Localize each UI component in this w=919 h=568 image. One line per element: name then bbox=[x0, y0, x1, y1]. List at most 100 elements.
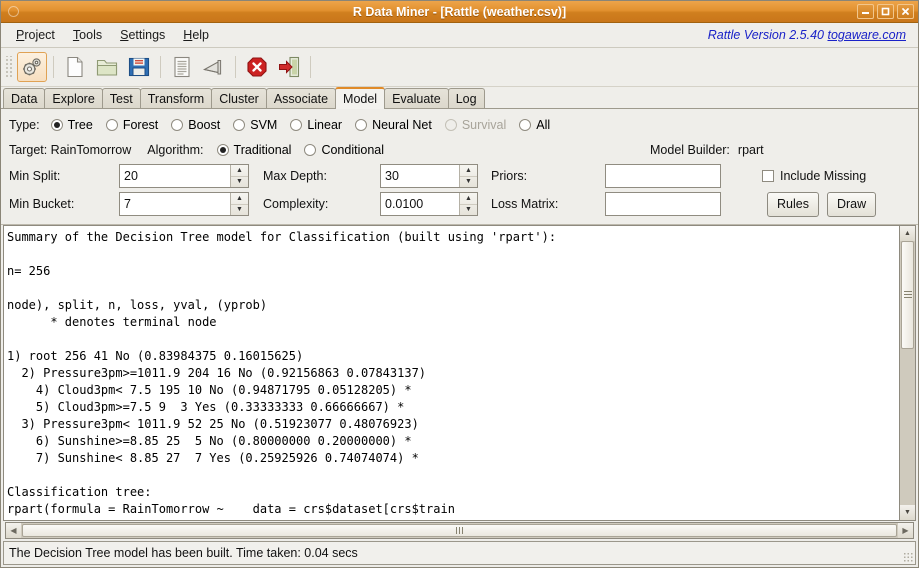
radio-type-tree[interactable]: Tree bbox=[50, 118, 106, 132]
tab-model[interactable]: Model bbox=[335, 87, 386, 109]
min-split-stepper[interactable]: ▲ ▼ bbox=[119, 164, 249, 188]
radio-algorithm-traditional[interactable]: Traditional bbox=[216, 143, 305, 157]
radio-indicator bbox=[216, 144, 229, 156]
radio-type-neural-net[interactable]: Neural Net bbox=[355, 118, 445, 132]
radio-type-all[interactable]: All bbox=[519, 118, 563, 132]
radio-indicator bbox=[171, 119, 184, 131]
checkbox-indicator bbox=[762, 170, 774, 182]
maximize-button[interactable] bbox=[877, 4, 894, 19]
stepper-up-icon[interactable]: ▲ bbox=[231, 193, 248, 205]
radio-type-boost[interactable]: Boost bbox=[171, 118, 233, 132]
radio-indicator bbox=[290, 119, 303, 131]
radio-algorithm-conditional[interactable]: Conditional bbox=[304, 143, 397, 157]
min-split-row: Min Split: ▲ ▼ Max Depth: ▲ ▼ Priors: bbox=[9, 163, 910, 189]
complexity-input[interactable] bbox=[381, 193, 459, 215]
model-summary-textview[interactable]: Summary of the Decision Tree model for C… bbox=[3, 225, 899, 521]
save-icon[interactable] bbox=[124, 52, 154, 82]
stepper-up-icon[interactable]: ▲ bbox=[460, 165, 477, 177]
new-icon[interactable] bbox=[60, 52, 90, 82]
radio-label: Conditional bbox=[321, 143, 384, 157]
brand-label: Rattle Version 2.5.40 togaware.com bbox=[708, 28, 912, 42]
menu-project[interactable]: Project bbox=[7, 26, 64, 44]
tab-transform[interactable]: Transform bbox=[139, 88, 213, 108]
scroll-left-icon[interactable]: ◀ bbox=[6, 523, 21, 538]
quit-icon[interactable] bbox=[274, 52, 304, 82]
tab-test[interactable]: Test bbox=[101, 88, 141, 108]
stepper-down-icon[interactable]: ▼ bbox=[460, 177, 477, 188]
model-options-panel: Type: Tree Forest Boost SVM Linear Neura… bbox=[1, 109, 918, 225]
tab-evaluate[interactable]: Evaluate bbox=[384, 88, 449, 108]
output-row: Summary of the Decision Tree model for C… bbox=[3, 225, 916, 521]
radio-type-svm[interactable]: SVM bbox=[233, 118, 290, 132]
rules-button[interactable]: Rules bbox=[767, 191, 819, 217]
scroll-right-icon[interactable]: ▶ bbox=[898, 523, 913, 538]
menu-tools[interactable]: Tools bbox=[64, 26, 111, 44]
window-menu-icon[interactable] bbox=[8, 6, 19, 17]
report-icon[interactable] bbox=[167, 52, 197, 82]
menu-settings[interactable]: Settings bbox=[111, 26, 174, 44]
min-split-input[interactable] bbox=[120, 165, 230, 187]
brand-link[interactable]: togaware.com bbox=[827, 28, 906, 42]
stepper-down-icon[interactable]: ▼ bbox=[231, 205, 248, 216]
horizontal-scroll-track[interactable] bbox=[21, 523, 898, 538]
model-summary-text: Summary of the Decision Tree model for C… bbox=[7, 230, 557, 516]
window-controls bbox=[857, 4, 914, 19]
scroll-down-icon[interactable]: ▼ bbox=[900, 505, 915, 520]
max-depth-stepper[interactable]: ▲ ▼ bbox=[380, 164, 478, 188]
thumb-grip-icon bbox=[903, 291, 912, 299]
radio-indicator bbox=[105, 119, 118, 131]
draw-button[interactable]: Draw bbox=[826, 191, 877, 217]
tab-data[interactable]: Data bbox=[3, 88, 46, 108]
radio-type-forest[interactable]: Forest bbox=[105, 118, 171, 132]
radio-label: Tree bbox=[67, 118, 93, 132]
min-bucket-stepper[interactable]: ▲ ▼ bbox=[119, 192, 249, 216]
radio-indicator bbox=[355, 119, 368, 131]
radio-type-linear[interactable]: Linear bbox=[290, 118, 355, 132]
priors-field[interactable] bbox=[605, 164, 721, 188]
stepper-arrows[interactable]: ▲ ▼ bbox=[230, 193, 248, 215]
min-bucket-input[interactable] bbox=[120, 193, 230, 215]
tab-explore[interactable]: Explore bbox=[44, 88, 103, 108]
radio-indicator bbox=[233, 119, 246, 131]
include-missing-checkbox[interactable]: Include Missing bbox=[762, 169, 866, 183]
stepper-arrows[interactable]: ▲ ▼ bbox=[459, 193, 477, 215]
stepper-up-icon[interactable]: ▲ bbox=[231, 165, 248, 177]
loss-matrix-field[interactable] bbox=[605, 192, 721, 216]
execute-icon[interactable] bbox=[17, 52, 47, 82]
stepper-down-icon[interactable]: ▼ bbox=[460, 205, 477, 216]
resize-grip-icon[interactable] bbox=[903, 552, 913, 562]
min-split-label: Min Split: bbox=[9, 169, 61, 183]
menu-help[interactable]: Help bbox=[174, 26, 218, 44]
open-icon[interactable] bbox=[92, 52, 122, 82]
export-icon[interactable] bbox=[199, 52, 229, 82]
stop-icon[interactable] bbox=[242, 52, 272, 82]
vertical-scroll-thumb[interactable] bbox=[901, 241, 914, 349]
complexity-stepper[interactable]: ▲ ▼ bbox=[380, 192, 478, 216]
min-bucket-row: Min Bucket: ▲ ▼ Complexity: ▲ ▼ Loss Mat… bbox=[9, 190, 910, 218]
stepper-arrows[interactable]: ▲ ▼ bbox=[459, 165, 477, 187]
tab-cluster[interactable]: Cluster bbox=[211, 88, 267, 108]
radio-label: Neural Net bbox=[372, 118, 432, 132]
stepper-down-icon[interactable]: ▼ bbox=[231, 177, 248, 188]
scroll-up-icon[interactable]: ▲ bbox=[900, 226, 915, 241]
model-builder-value: rpart bbox=[737, 143, 764, 157]
max-depth-input[interactable] bbox=[381, 165, 459, 187]
horizontal-scrollbar[interactable]: ◀ ▶ bbox=[5, 522, 914, 539]
model-builder-label: Model Builder: bbox=[650, 143, 730, 157]
vertical-scroll-track[interactable] bbox=[900, 241, 915, 505]
window-title: R Data Miner - [Rattle (weather.csv)] bbox=[352, 4, 567, 19]
radio-label: Traditional bbox=[233, 143, 292, 157]
algorithm-label: Algorithm: bbox=[147, 143, 204, 157]
brand-version: Rattle Version 2.5.40 bbox=[707, 28, 824, 42]
close-button[interactable] bbox=[897, 4, 914, 19]
vertical-scrollbar[interactable]: ▲ ▼ bbox=[899, 225, 916, 521]
thumb-grip-icon bbox=[456, 527, 463, 534]
radio-label: All bbox=[536, 118, 551, 132]
tab-log[interactable]: Log bbox=[447, 88, 485, 108]
minimize-button[interactable] bbox=[857, 4, 874, 19]
horizontal-scroll-thumb[interactable] bbox=[22, 524, 897, 537]
toolbar-grip[interactable] bbox=[4, 56, 13, 78]
stepper-arrows[interactable]: ▲ ▼ bbox=[230, 165, 248, 187]
tab-associate[interactable]: Associate bbox=[265, 88, 337, 108]
stepper-up-icon[interactable]: ▲ bbox=[460, 193, 477, 205]
